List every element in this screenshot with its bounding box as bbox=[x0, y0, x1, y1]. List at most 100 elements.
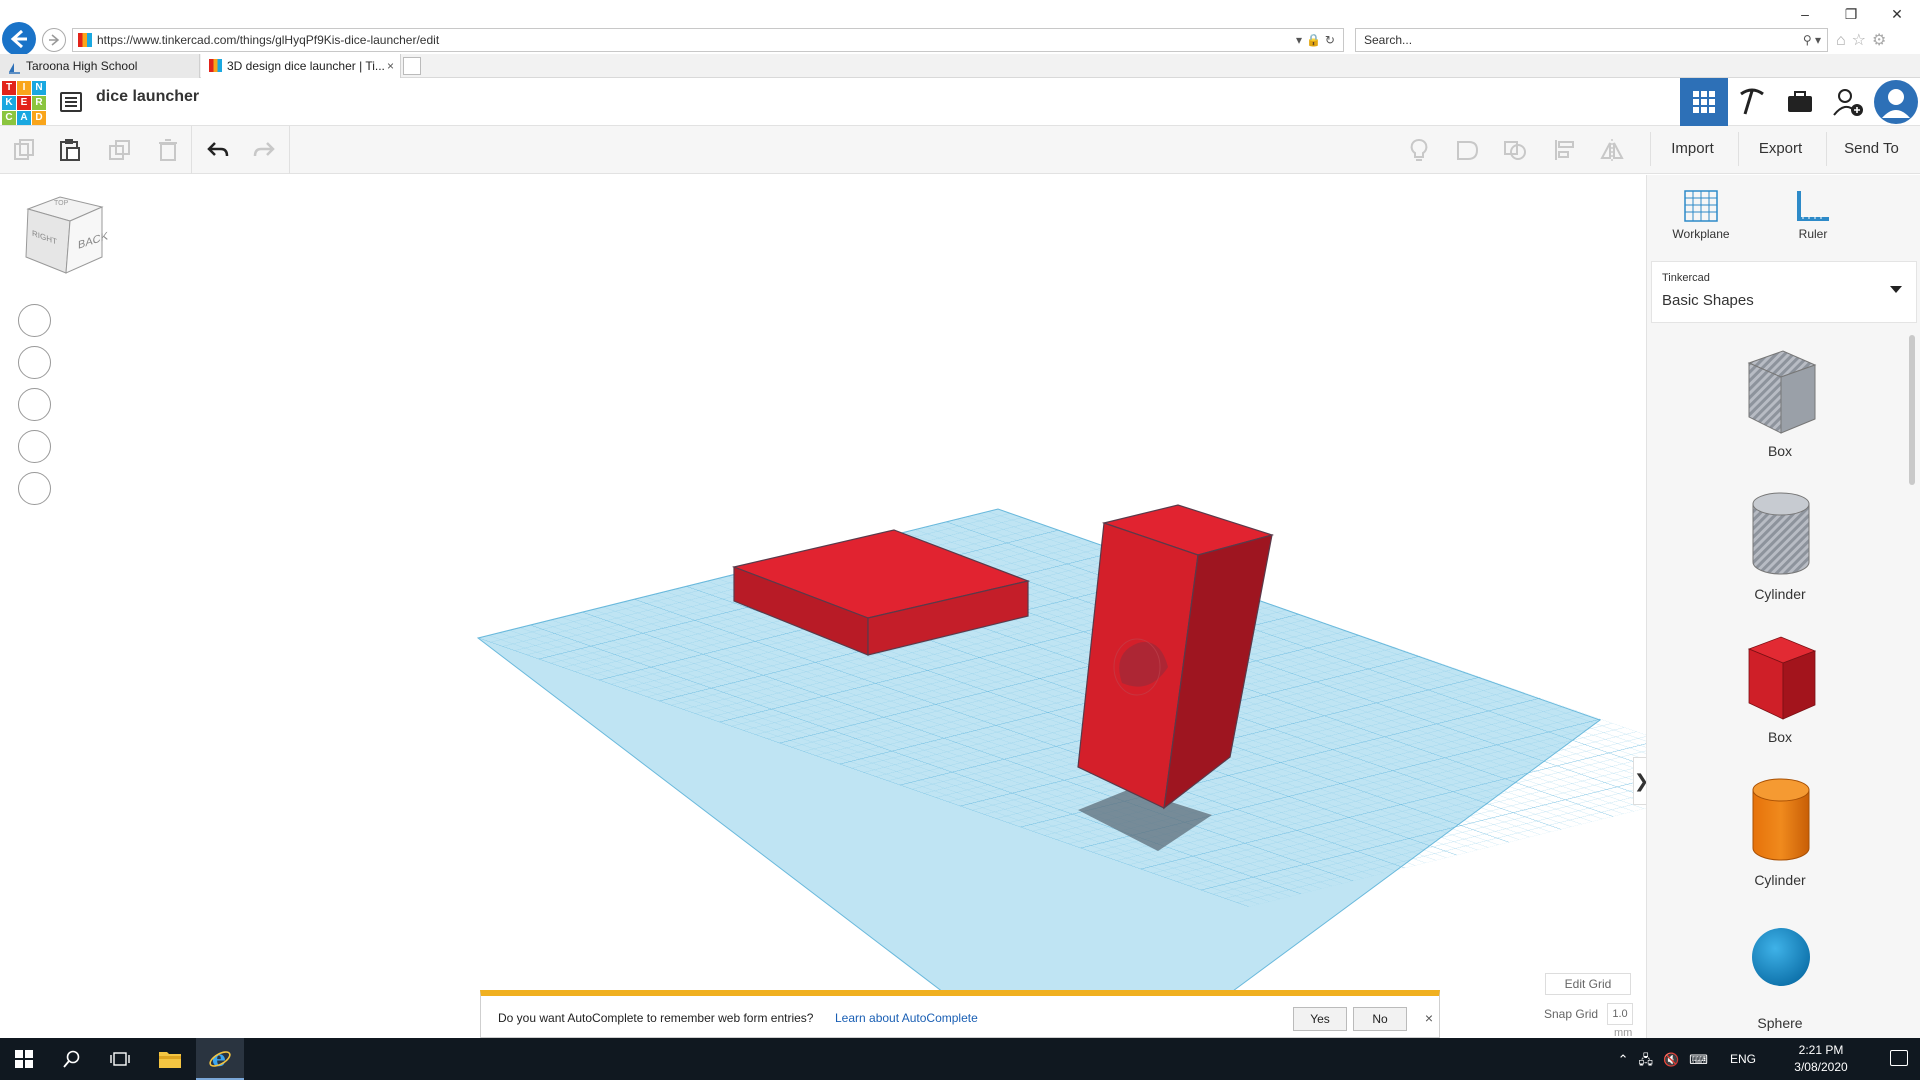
panel-collapse-toggle[interactable]: ❯ bbox=[1633, 757, 1646, 805]
paste-icon[interactable] bbox=[58, 138, 82, 162]
send-to-button[interactable]: Send To bbox=[1826, 132, 1916, 166]
close-window-button[interactable]: ✕ bbox=[1874, 0, 1920, 28]
zoom-out-button[interactable] bbox=[18, 430, 51, 463]
favorites-star-icon[interactable]: ☆ bbox=[1852, 32, 1872, 49]
redo-icon[interactable] bbox=[252, 138, 276, 162]
home-view-button[interactable] bbox=[18, 304, 51, 337]
library-name: Basic Shapes bbox=[1662, 292, 1754, 309]
notification-center-icon[interactable] bbox=[1890, 1050, 1908, 1066]
forward-button[interactable] bbox=[42, 28, 66, 52]
site-favicon-icon bbox=[78, 33, 92, 47]
shape-box-hole[interactable]: Box bbox=[1647, 335, 1913, 478]
export-button[interactable]: Export bbox=[1738, 132, 1822, 166]
tray-icons[interactable]: ⌃🖧🔇⌨ bbox=[1618, 1051, 1718, 1073]
align-icon[interactable] bbox=[1553, 138, 1577, 162]
tab-strip: Taroona High School 3D design dice launc… bbox=[0, 54, 1920, 78]
workplane-tool[interactable]: Workplane bbox=[1661, 189, 1741, 241]
taskbar-search-button[interactable] bbox=[48, 1038, 96, 1080]
clock-time: 2:21 PM bbox=[1798, 1043, 1844, 1057]
tinkercad-favicon-icon bbox=[209, 59, 222, 72]
internet-explorer-button[interactable]: e bbox=[196, 1038, 244, 1080]
autocomplete-no-button[interactable]: No bbox=[1353, 1007, 1407, 1031]
blue-sphere-icon bbox=[1752, 928, 1810, 986]
copy-icon[interactable] bbox=[12, 138, 36, 162]
network-icon[interactable]: 🖧 bbox=[1639, 1052, 1664, 1067]
tinkercad-logo[interactable]: T I N K E R C A D bbox=[2, 81, 46, 125]
volume-muted-icon[interactable]: 🔇 bbox=[1663, 1052, 1689, 1067]
shape-sphere[interactable]: Sphere bbox=[1647, 907, 1913, 1038]
duplicate-icon[interactable] bbox=[108, 138, 132, 162]
group-icon[interactable] bbox=[1455, 138, 1479, 162]
shape-label: Cylinder bbox=[1754, 586, 1806, 602]
autocomplete-notification: Do you want AutoComplete to remember web… bbox=[480, 990, 1440, 1038]
autocomplete-learn-link[interactable]: Learn about AutoComplete bbox=[835, 1011, 978, 1025]
3d-design-view-button[interactable] bbox=[1680, 78, 1728, 126]
mirror-icon[interactable] bbox=[1600, 138, 1624, 162]
folder-icon bbox=[159, 1052, 181, 1068]
search-icon bbox=[63, 1050, 80, 1068]
internet-explorer-icon: e bbox=[209, 1046, 231, 1070]
undo-icon[interactable] bbox=[206, 138, 230, 162]
shape-box-solid[interactable]: Box bbox=[1647, 621, 1913, 764]
3d-viewport[interactable]: BACK RIGHT TOP ❯ Edit Grid Snap Grid 1.0… bbox=[0, 175, 1646, 1038]
settings-gear-icon[interactable]: ⚙ bbox=[1872, 32, 1892, 49]
orange-cylinder-icon bbox=[1752, 778, 1810, 861]
snap-grid-select[interactable]: 1.0 bbox=[1607, 1003, 1633, 1025]
delete-icon[interactable] bbox=[156, 138, 180, 162]
language-indicator[interactable]: ENG bbox=[1730, 1052, 1756, 1066]
minimize-button[interactable]: – bbox=[1782, 0, 1828, 28]
close-icon[interactable]: × bbox=[1425, 1010, 1433, 1026]
edit-grid-button[interactable]: Edit Grid bbox=[1545, 973, 1631, 995]
back-button[interactable] bbox=[2, 22, 36, 56]
workplane-scene[interactable] bbox=[0, 175, 1646, 1038]
logo-letter: N bbox=[32, 81, 46, 95]
keyboard-icon[interactable]: ⌨ bbox=[1689, 1052, 1718, 1067]
logo-letter: D bbox=[32, 111, 46, 125]
windows-taskbar: e ⌃🖧🔇⌨ ENG 2:21 PM 3/08/2020 bbox=[0, 1038, 1920, 1080]
design-list-icon[interactable] bbox=[60, 92, 82, 112]
restore-button[interactable]: ❐ bbox=[1828, 0, 1874, 28]
search-input[interactable]: Search... ⚲ ▾ bbox=[1355, 28, 1828, 52]
home-icon[interactable]: ⌂ bbox=[1836, 32, 1852, 49]
file-explorer-button[interactable] bbox=[146, 1038, 194, 1080]
panel-scrollbar[interactable] bbox=[1909, 335, 1915, 485]
tab-tinkercad[interactable]: 3D design dice launcher | Ti... × bbox=[201, 54, 401, 78]
lessons-button[interactable] bbox=[1776, 78, 1824, 126]
clock[interactable]: 2:21 PM 3/08/2020 bbox=[1786, 1042, 1856, 1076]
search-icon[interactable]: ⚲ ▾ bbox=[1803, 29, 1821, 51]
fit-view-button[interactable] bbox=[18, 346, 51, 379]
red-box-icon bbox=[1747, 636, 1817, 720]
import-button[interactable]: Import bbox=[1650, 132, 1734, 166]
snap-grid-unit: mm bbox=[1614, 1027, 1633, 1038]
sailboat-favicon-icon bbox=[8, 59, 21, 74]
autocomplete-message: Do you want AutoComplete to remember web… bbox=[498, 1011, 814, 1025]
tab-close-icon[interactable]: × bbox=[387, 54, 394, 78]
logo-letter: C bbox=[2, 111, 16, 125]
view-cube-top-label: TOP bbox=[54, 200, 69, 207]
shape-cylinder-hole[interactable]: Cylinder bbox=[1647, 478, 1913, 621]
design-title[interactable]: dice launcher bbox=[96, 88, 199, 106]
shape-cylinder-solid[interactable]: Cylinder bbox=[1647, 764, 1913, 907]
arrow-right-icon bbox=[49, 34, 60, 46]
zoom-in-button[interactable] bbox=[18, 388, 51, 421]
shape-library-dropdown[interactable]: Tinkercad Basic Shapes bbox=[1651, 261, 1917, 323]
codeblocks-button[interactable] bbox=[1728, 78, 1776, 126]
tab-taroona[interactable]: Taroona High School bbox=[0, 54, 200, 78]
avatar[interactable] bbox=[1872, 78, 1920, 126]
invite-user-button[interactable] bbox=[1824, 78, 1872, 126]
view-cube[interactable]: BACK RIGHT TOP bbox=[24, 195, 108, 275]
light-bulb-icon[interactable] bbox=[1407, 138, 1431, 162]
task-view-button[interactable] bbox=[96, 1038, 144, 1080]
ortho-toggle-button[interactable] bbox=[18, 472, 51, 505]
chevron-up-icon[interactable]: ⌃ bbox=[1618, 1052, 1639, 1067]
arrow-left-icon bbox=[10, 29, 27, 49]
new-tab-button[interactable] bbox=[403, 57, 421, 75]
address-tools[interactable]: ▾🔒↻ bbox=[1296, 29, 1339, 51]
autocomplete-yes-button[interactable]: Yes bbox=[1293, 1007, 1347, 1031]
address-bar[interactable]: https://www.tinkercad.com/things/glHyqPf… bbox=[72, 28, 1344, 52]
ungroup-icon[interactable] bbox=[1503, 138, 1527, 162]
start-button[interactable] bbox=[0, 1038, 48, 1080]
workplane-icon bbox=[1684, 190, 1718, 222]
browser-chrome: https://www.tinkercad.com/things/glHyqPf… bbox=[0, 0, 1920, 56]
ruler-tool[interactable]: Ruler bbox=[1773, 189, 1853, 241]
